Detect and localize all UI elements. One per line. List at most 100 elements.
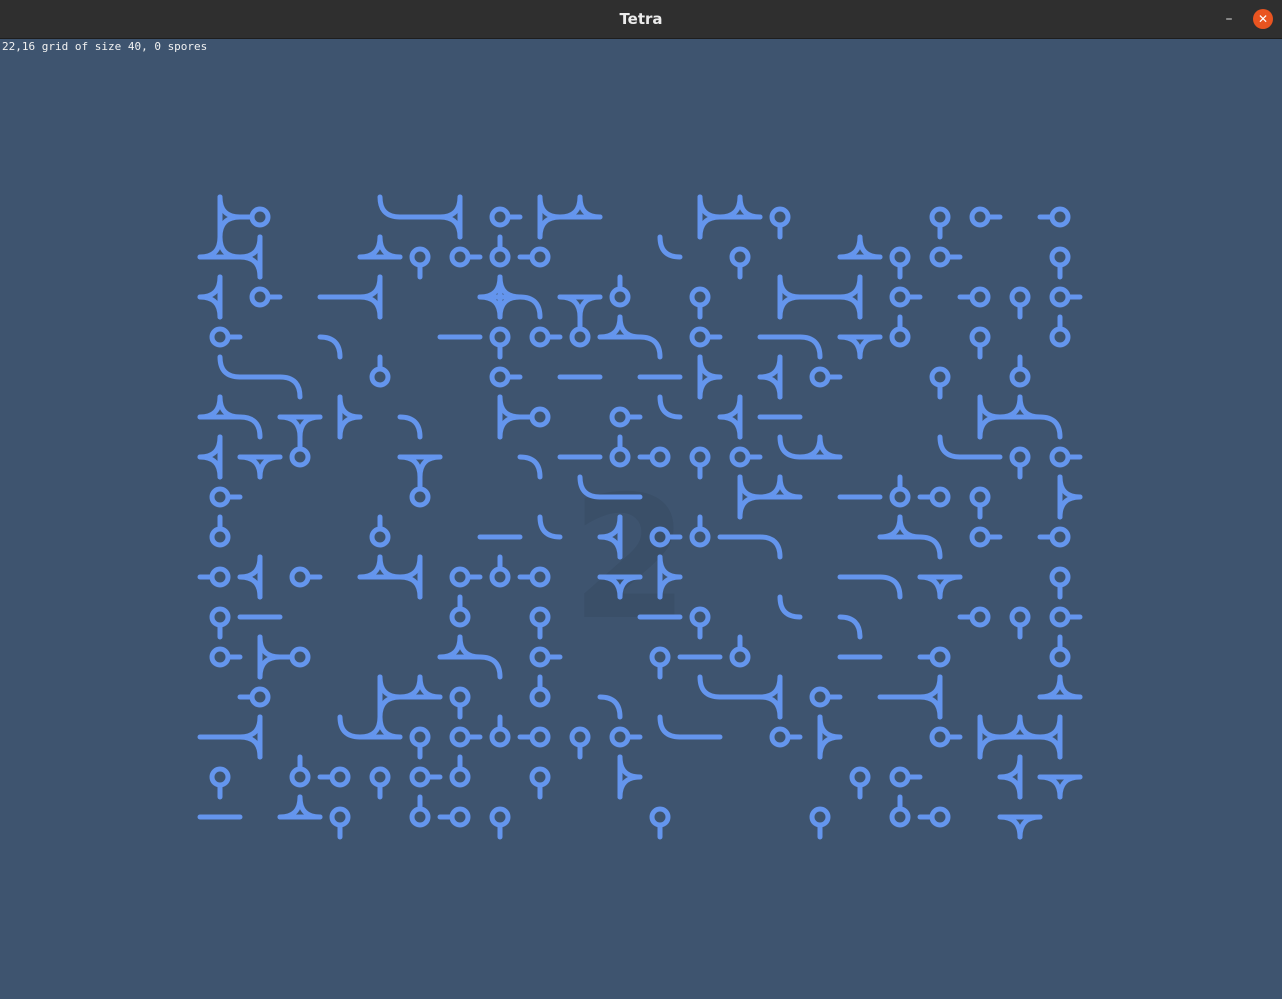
tile[interactable] — [797, 334, 823, 360]
tile[interactable] — [529, 766, 551, 800]
tile[interactable] — [917, 646, 951, 668]
tile[interactable] — [237, 454, 283, 480]
tile[interactable] — [289, 754, 311, 788]
tile[interactable] — [957, 606, 991, 628]
tile[interactable] — [449, 754, 471, 788]
tile[interactable] — [557, 294, 603, 320]
tile[interactable] — [969, 206, 1003, 228]
tile[interactable] — [997, 394, 1043, 420]
tile[interactable] — [889, 246, 911, 280]
tile[interactable] — [1037, 774, 1083, 800]
tile[interactable] — [917, 534, 943, 560]
tile[interactable] — [837, 274, 863, 320]
tile[interactable] — [777, 274, 803, 320]
tile[interactable] — [409, 794, 431, 828]
tile[interactable] — [729, 246, 751, 280]
tile[interactable] — [689, 514, 711, 548]
tile[interactable] — [609, 726, 643, 748]
tile[interactable] — [449, 726, 483, 748]
tile[interactable] — [1049, 606, 1083, 628]
tile[interactable] — [437, 194, 463, 240]
tile[interactable] — [437, 634, 483, 660]
tile[interactable] — [1009, 606, 1031, 640]
tile[interactable] — [217, 354, 243, 380]
tile[interactable] — [289, 434, 311, 468]
tile[interactable] — [689, 606, 711, 640]
tile[interactable] — [409, 766, 443, 788]
tile[interactable] — [517, 406, 551, 428]
tile[interactable] — [197, 434, 223, 480]
tile[interactable] — [449, 594, 471, 628]
tile[interactable] — [969, 486, 991, 520]
tile[interactable] — [737, 474, 763, 520]
tile[interactable] — [777, 434, 803, 460]
tile[interactable] — [409, 474, 431, 508]
tile[interactable] — [197, 274, 223, 320]
tile[interactable] — [277, 646, 311, 668]
tile[interactable] — [609, 406, 643, 428]
tile[interactable] — [657, 234, 683, 260]
tile[interactable] — [929, 366, 951, 400]
tile[interactable] — [209, 766, 231, 800]
close-button[interactable]: ✕ — [1253, 9, 1273, 29]
tile[interactable] — [889, 794, 911, 828]
tile[interactable] — [657, 554, 683, 600]
tile[interactable] — [237, 206, 271, 228]
tile[interactable] — [917, 674, 943, 720]
game-board[interactable]: 2 — [0, 39, 1282, 999]
tile[interactable] — [637, 334, 663, 360]
tile[interactable] — [929, 246, 963, 268]
tile[interactable] — [517, 246, 551, 268]
tile[interactable] — [1049, 246, 1071, 280]
tile[interactable] — [929, 206, 951, 240]
tile[interactable] — [649, 806, 671, 840]
tile[interactable] — [529, 326, 563, 348]
tile[interactable] — [1049, 446, 1083, 468]
tile[interactable] — [689, 326, 723, 348]
tile[interactable] — [649, 646, 671, 680]
tile[interactable] — [637, 446, 671, 468]
tile[interactable] — [517, 294, 543, 320]
tile[interactable] — [697, 354, 723, 400]
tile[interactable] — [1037, 674, 1083, 700]
tile[interactable] — [517, 726, 551, 748]
tile[interactable] — [697, 674, 723, 700]
tile[interactable] — [397, 454, 443, 480]
tile[interactable] — [397, 554, 423, 600]
tile[interactable] — [369, 766, 391, 800]
tile[interactable] — [477, 274, 523, 320]
tile[interactable] — [489, 554, 511, 588]
tile[interactable] — [277, 794, 323, 820]
tile[interactable] — [209, 514, 231, 548]
tile[interactable] — [809, 366, 843, 388]
tile[interactable] — [597, 514, 623, 560]
tile[interactable] — [837, 334, 883, 360]
tile[interactable] — [357, 554, 403, 580]
tile[interactable] — [929, 726, 963, 748]
tile[interactable] — [657, 394, 683, 420]
tile[interactable] — [369, 354, 391, 388]
tile[interactable] — [609, 274, 631, 308]
tile[interactable] — [1057, 474, 1083, 520]
tile[interactable] — [1037, 526, 1071, 548]
tile[interactable] — [337, 714, 363, 740]
tile[interactable] — [757, 354, 783, 400]
tile[interactable] — [577, 474, 603, 500]
tile[interactable] — [777, 594, 803, 620]
tile[interactable] — [377, 674, 403, 720]
tile[interactable] — [529, 674, 551, 708]
tile[interactable] — [449, 686, 471, 720]
tile[interactable] — [1037, 414, 1063, 440]
tile[interactable] — [997, 714, 1043, 740]
tile[interactable] — [489, 366, 523, 388]
tile[interactable] — [889, 314, 911, 348]
tile[interactable] — [649, 526, 683, 548]
tile[interactable] — [849, 766, 871, 800]
tile[interactable] — [497, 394, 523, 440]
tile[interactable] — [529, 646, 563, 668]
tile[interactable] — [237, 554, 263, 600]
tile[interactable] — [937, 434, 963, 460]
tile[interactable] — [289, 566, 323, 588]
tile[interactable] — [237, 414, 263, 440]
tile-grid[interactable] — [0, 39, 1282, 999]
